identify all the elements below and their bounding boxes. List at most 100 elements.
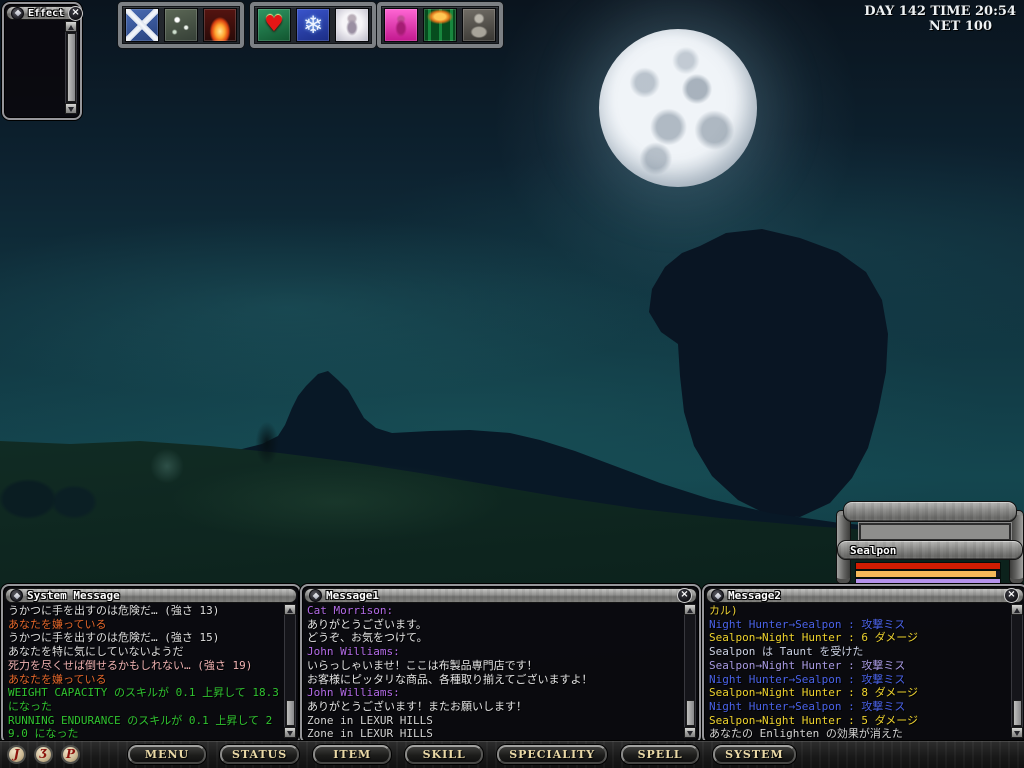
chat-line: Sealpon は Taunt を受けた — [709, 645, 864, 659]
effect-scrollbar[interactable] — [65, 21, 77, 114]
chat-line: John Williams: — [307, 686, 400, 700]
system-message-title: System Message — [27, 589, 120, 602]
button-item[interactable]: ITEM — [313, 745, 392, 764]
shortcut-coins: JƷP — [7, 745, 80, 764]
message2-scrollbar[interactable] — [1011, 604, 1023, 738]
button-spell[interactable]: SPELL — [621, 745, 700, 764]
chat-line: どうぞ、お気をつけて。 — [307, 631, 428, 645]
chat-line: Sealpon→Night Hunter : 6 ダメージ — [709, 631, 919, 645]
system-message-scrollbar[interactable] — [284, 604, 296, 738]
chat-line: Sealpon→Night Hunter : 8 ダメージ — [709, 686, 919, 700]
target-frame-top-bar — [843, 501, 1017, 522]
message1-window: Message1 × Cat Morrison: ありがとうございます。 どうぞ、お… — [300, 584, 701, 744]
chat-line: WEIGHT CAPACITY のスキルが 0.1 上昇して 18.3 になった — [8, 686, 279, 713]
crossed-swords-icon[interactable] — [125, 8, 159, 42]
scroll-track — [1011, 615, 1023, 727]
heart-icon[interactable]: ♥ — [257, 8, 291, 42]
chat-line: お客様にピッタリな商品、各種取り揃えてございますよ！ — [307, 672, 593, 686]
chat-line: Cat Morrison: — [307, 604, 394, 617]
message2-window: Message2 × カル) Night Hunter→Sealpon : 攻撃ミ… — [702, 584, 1024, 744]
hotbar-group-1 — [118, 2, 244, 48]
button-status[interactable]: STATUS — [220, 745, 300, 764]
chat-line: あなたを嫌っている — [8, 617, 107, 631]
game-viewport[interactable]: DAY 142 TIME 20:54 NET 100 Effect × ♥❄ — [0, 0, 1024, 768]
scroll-up-button[interactable] — [1011, 604, 1023, 615]
day-time-text: DAY 142 TIME 20:54 — [864, 4, 1016, 19]
target-name: Sealpon — [850, 543, 897, 557]
message1-titlebar[interactable]: Message1 × — [304, 588, 697, 603]
scroll-track — [284, 615, 296, 727]
menu-buttons: MENU STATUS ITEM SKILL SPECIALITY SPELL SYSTEM — [128, 745, 796, 764]
chat-line: ありがとうございます！またお願いします！ — [307, 699, 527, 713]
foreground-rocks — [0, 474, 100, 524]
diamond-icon — [711, 589, 724, 602]
coin-j-button[interactable]: J — [7, 745, 26, 764]
chat-line: John Williams: — [307, 645, 400, 659]
button-menu[interactable]: MENU — [128, 745, 206, 764]
scroll-down-button[interactable] — [684, 727, 696, 738]
coin-ts-button[interactable]: Ʒ — [34, 745, 53, 764]
scroll-up-button[interactable] — [65, 21, 77, 32]
pink-figure-icon[interactable] — [384, 8, 418, 42]
chat-line: いらっしゃいませ！ここは布製品専門店です！ — [307, 658, 538, 672]
chat-line: Sealpon→Night Hunter : 5 ダメージ — [709, 713, 919, 727]
button-speciality[interactable]: SPECIALITY — [497, 745, 608, 764]
chat-line: 死力を尽くせば倒せるかもしれない… (強さ 19) — [8, 658, 253, 672]
sparkle-icon[interactable] — [164, 8, 198, 42]
chat-line: うかつに手を出すのは危険だ… (強さ 15) — [8, 631, 220, 645]
diamond-icon — [309, 589, 322, 602]
scroll-thumb[interactable] — [286, 700, 295, 726]
faint-tree — [141, 442, 193, 486]
chat-line: Sealpon→Night Hunter : 攻撃ミス — [709, 658, 906, 672]
target-cast-bar — [859, 523, 1011, 541]
chat-line: あなたを特に気にしていないようだ — [8, 645, 184, 659]
chat-line: ありがとうございます。 — [307, 617, 427, 631]
target-name-plate[interactable]: Sealpon — [837, 540, 1023, 560]
target-status-bars — [856, 563, 1000, 585]
button-skill[interactable]: SKILL — [405, 745, 484, 764]
message1-scrollbar[interactable] — [684, 604, 696, 738]
close-icon[interactable]: × — [68, 5, 84, 21]
close-icon[interactable]: × — [677, 588, 692, 603]
system-message-window: System Message うかつに手を出すのは危険だ… (強さ 13) あなた… — [1, 584, 301, 744]
scroll-down-button[interactable] — [284, 727, 296, 738]
chat-line: カル) — [709, 604, 738, 617]
chat-line: うかつに手を出すのは危険だ… (強さ 13) — [8, 604, 220, 617]
bottom-menu-bar: JƷP MENU STATUS ITEM SKILL SPECIALITY SPELL SY… — [0, 740, 1024, 768]
nature-flame-icon[interactable] — [423, 8, 457, 42]
statue-icon[interactable] — [462, 8, 496, 42]
hotbar-group-3 — [377, 2, 503, 48]
effect-window-titlebar[interactable]: Effect × — [6, 5, 84, 21]
system-message-titlebar[interactable]: System Message — [5, 588, 297, 603]
chat-line: あなたの Enlighten の効果が消えた — [709, 727, 903, 739]
diamond-icon — [11, 6, 24, 20]
effect-window-title: Effect — [28, 7, 65, 19]
scroll-thumb[interactable] — [686, 700, 695, 726]
hp-bar — [856, 563, 1000, 569]
scroll-down-button[interactable] — [65, 103, 77, 114]
scroll-thumb[interactable] — [67, 33, 76, 102]
message1-title: Message1 — [326, 589, 379, 602]
close-icon[interactable]: × — [1004, 588, 1019, 603]
chat-line: Night Hunter→Sealpon : 攻撃ミス — [709, 672, 906, 686]
button-system[interactable]: SYSTEM — [713, 745, 796, 764]
spirit-icon[interactable] — [335, 8, 369, 42]
chat-line: Zone in LEXUR HILLS — [307, 727, 433, 739]
snowflake-icon[interactable]: ❄ — [296, 8, 330, 42]
chat-line: Zone in LEXUR HILLS — [307, 713, 433, 727]
scroll-thumb[interactable] — [1013, 700, 1022, 726]
target-frame: Sealpon — [836, 498, 1024, 585]
message2-titlebar[interactable]: Message2 × — [706, 588, 1024, 603]
mp-bar — [856, 571, 1000, 577]
message2-log: カル) Night Hunter→Sealpon : 攻撃ミス Sealpon→Ni… — [709, 604, 1009, 739]
diamond-icon — [10, 589, 23, 602]
flame-icon[interactable] — [203, 8, 237, 42]
scroll-up-button[interactable] — [284, 604, 296, 615]
coin-p-button[interactable]: P — [61, 745, 80, 764]
hotbar-group-2: ♥ ❄ — [250, 2, 376, 48]
chat-line: Night Hunter→Sealpon : 攻撃ミス — [709, 699, 906, 713]
effect-window: Effect × — [2, 2, 84, 120]
scroll-up-button[interactable] — [684, 604, 696, 615]
chat-line: RUNNING ENDURANCE のスキルが 0.1 上昇して 29.0 にな… — [8, 713, 273, 739]
scroll-down-button[interactable] — [1011, 727, 1023, 738]
